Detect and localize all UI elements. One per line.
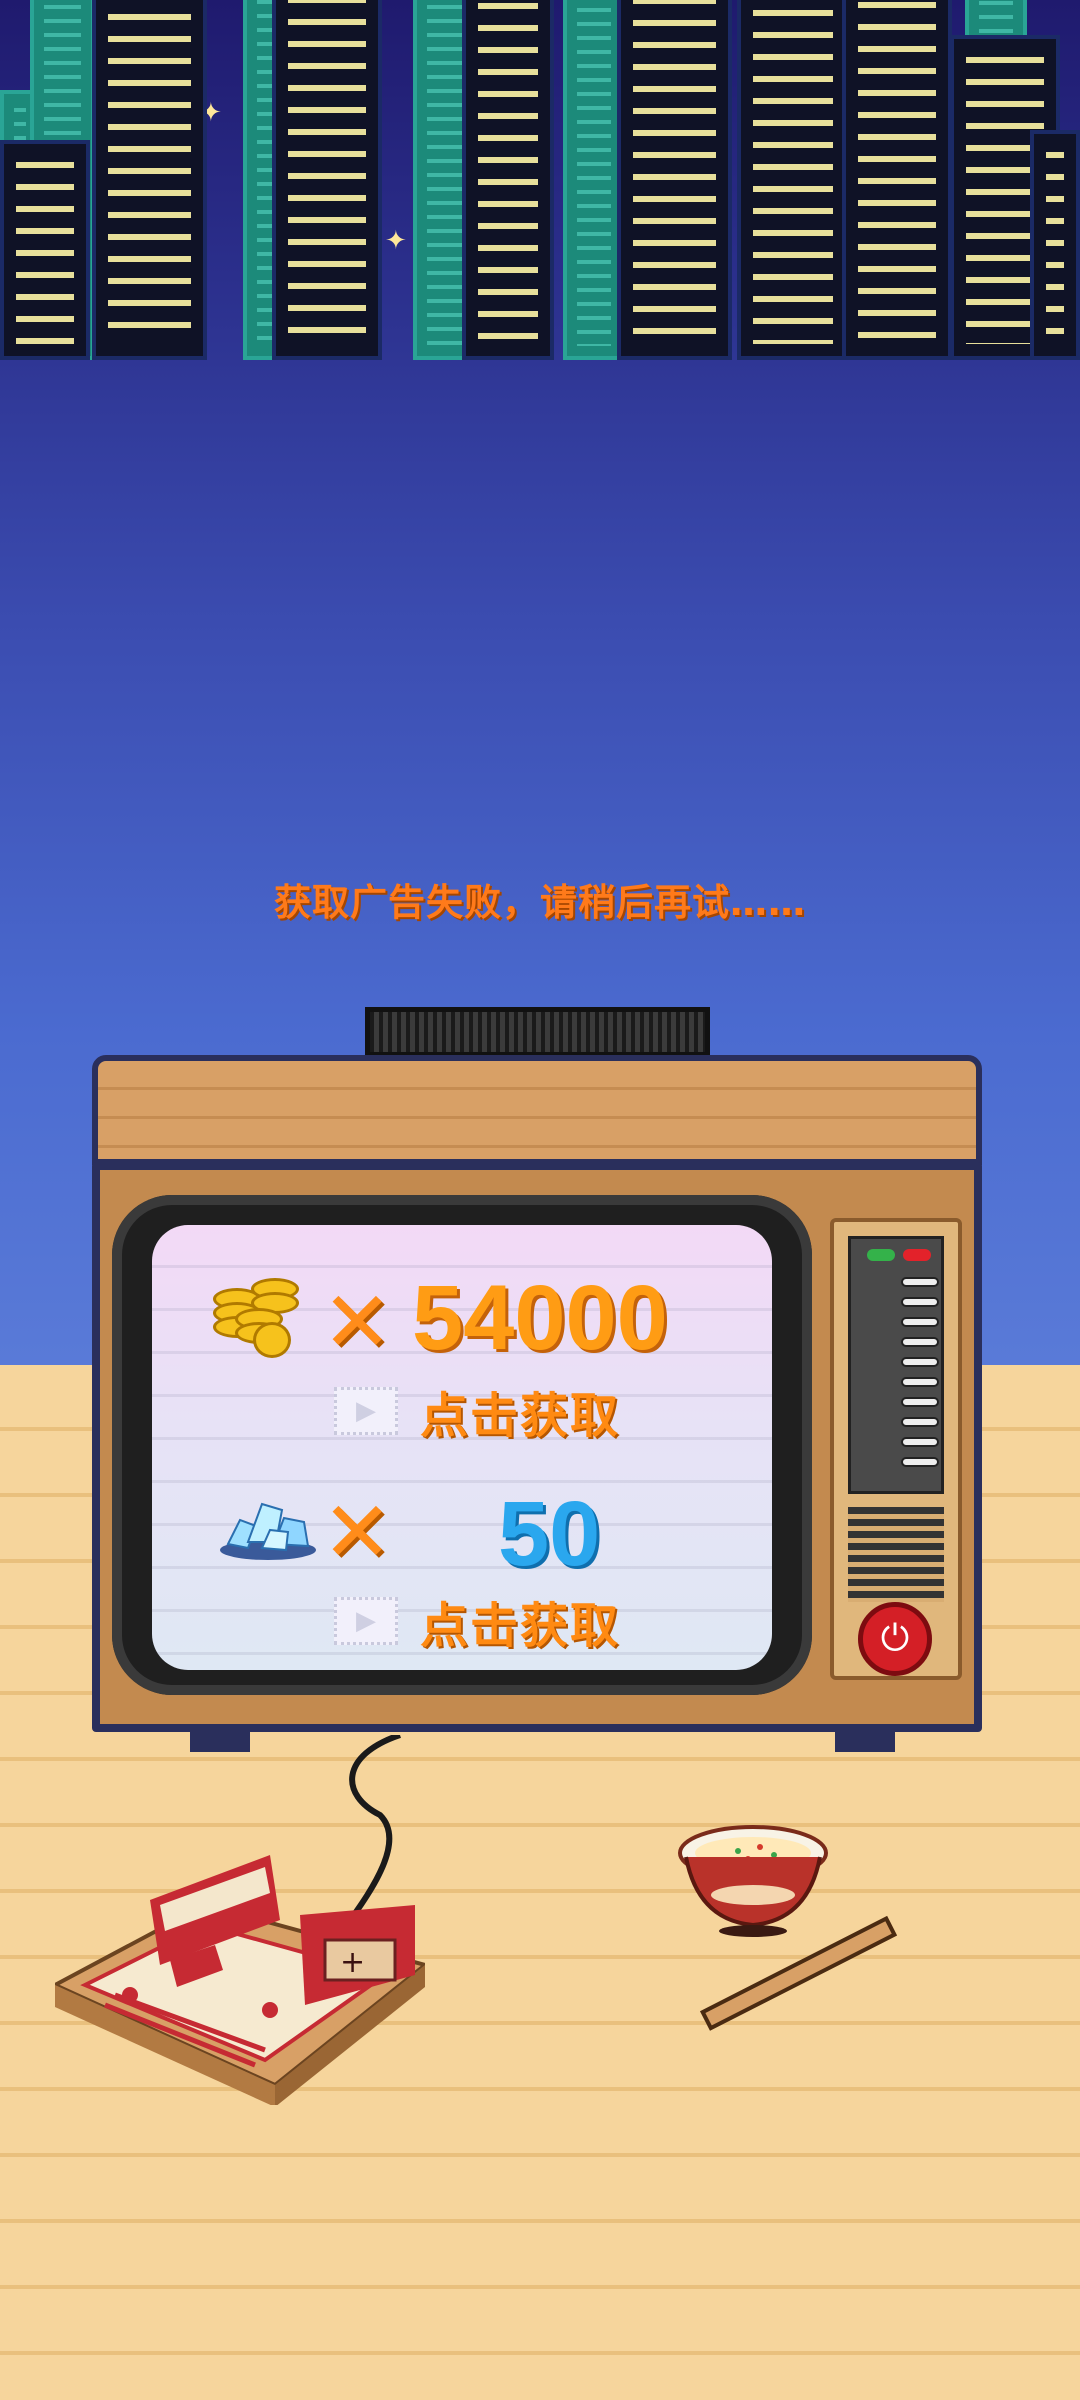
play-ad-icon: ▶: [334, 1387, 398, 1435]
gold-coins-icon: [213, 1278, 305, 1358]
tv-control-panel: ⏻: [830, 1218, 962, 1680]
channel-knob: [901, 1377, 939, 1387]
tv-cabinet-top: [92, 1055, 982, 1165]
speaker-grille: [848, 1507, 944, 1602]
ad-failed-notice: 获取广告失败，请稍后再试……: [274, 881, 806, 924]
claim-coins-button[interactable]: ▶ 点击获取: [334, 1376, 620, 1446]
green-led-icon: [867, 1249, 895, 1261]
svg-text:+: +: [340, 1945, 365, 1980]
diamond-ice-icon: [218, 1492, 318, 1562]
building: [92, 0, 207, 360]
channel-knob: [901, 1337, 939, 1347]
tv-vent: [365, 1007, 710, 1057]
building: [462, 0, 554, 360]
noodle-bowl-icon: [678, 1825, 828, 1937]
channel-knob: [901, 1357, 939, 1367]
coin-amount: 54000: [412, 1267, 668, 1369]
power-button[interactable]: ⏻: [858, 1602, 932, 1676]
channel-knob: [901, 1297, 939, 1307]
channel-knob: [901, 1417, 939, 1427]
channel-knob: [901, 1397, 939, 1407]
building: [272, 0, 382, 360]
building: [737, 0, 849, 360]
channel-knob: [901, 1277, 939, 1287]
multiply-sign: ✕: [322, 1483, 393, 1581]
channel-knob: [901, 1437, 939, 1447]
claim-label: 点击获取: [420, 1598, 621, 1654]
retro-console-icon: +: [50, 1845, 430, 2107]
red-led-icon: [903, 1249, 931, 1261]
building: [0, 140, 90, 360]
claim-diamonds-button[interactable]: ▶ 点击获取: [334, 1586, 620, 1656]
diamond-amount: 50: [498, 1483, 601, 1585]
multiply-sign: ✕: [322, 1273, 393, 1371]
channel-knob: [901, 1317, 939, 1327]
tv-foot: [835, 1730, 895, 1752]
building: [617, 0, 732, 360]
claim-label: 点击获取: [420, 1388, 621, 1444]
channel-knob: [901, 1457, 939, 1467]
building: [842, 0, 952, 360]
power-icon: ⏻: [880, 1618, 910, 1659]
tv-dial-slot: [848, 1236, 944, 1494]
play-ad-icon: ▶: [334, 1597, 398, 1645]
tv-foot: [190, 1730, 250, 1752]
building: [1030, 130, 1080, 360]
star-icon: ✦: [385, 226, 407, 256]
building: [563, 0, 625, 360]
